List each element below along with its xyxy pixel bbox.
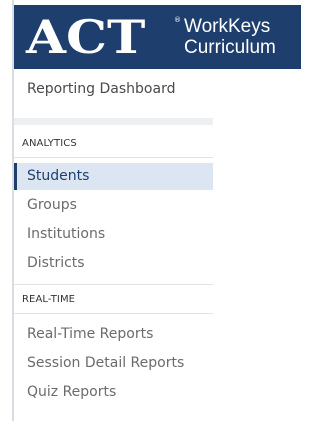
section-heading-real-time: REAL-TIME <box>22 294 76 305</box>
act-logo-text: ACT <box>26 10 146 64</box>
logo-banner[interactable]: ACT ® WorkKeys Curriculum <box>14 5 301 69</box>
section-rule <box>14 284 213 285</box>
nav-item-districts[interactable]: Districts <box>14 250 213 277</box>
section-rule <box>14 313 213 314</box>
section-rule <box>14 157 213 158</box>
product-name-line2: Curriculum <box>184 37 276 58</box>
nav-item-students[interactable]: Students <box>14 163 213 190</box>
nav-item-groups[interactable]: Groups <box>14 192 213 219</box>
nav-item-institutions[interactable]: Institutions <box>14 221 213 248</box>
section-divider <box>14 118 213 125</box>
trademark-mark: ® <box>174 16 181 24</box>
product-name-line1: WorkKeys <box>184 16 271 37</box>
nav-item-quiz-reports[interactable]: Quiz Reports <box>14 379 213 406</box>
nav-item-real-time-reports[interactable]: Real-Time Reports <box>14 321 213 348</box>
nav-item-session-detail-reports[interactable]: Session Detail Reports <box>14 350 213 377</box>
product-name: WorkKeys Curriculum <box>184 16 276 58</box>
dashboard-title: Reporting Dashboard <box>27 81 176 97</box>
section-heading-analytics: ANALYTICS <box>22 138 77 149</box>
